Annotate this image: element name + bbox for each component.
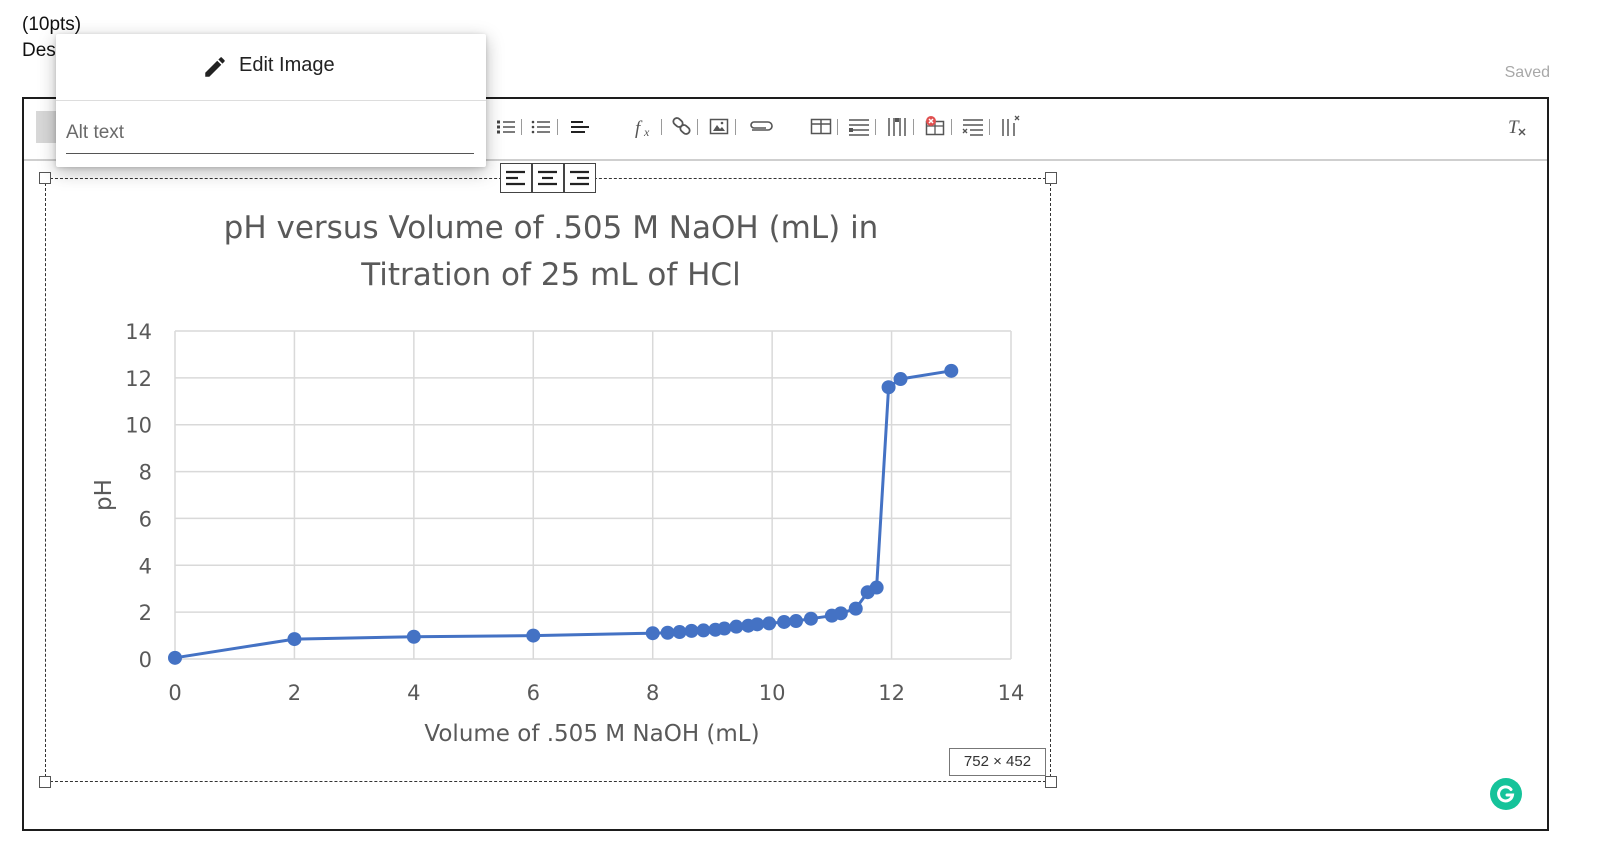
pencil-icon bbox=[205, 57, 225, 77]
attachment-icon[interactable] bbox=[747, 113, 775, 141]
y-tick-label: 14 bbox=[125, 320, 152, 344]
insert-image-icon[interactable] bbox=[709, 113, 729, 141]
alt-text-input[interactable] bbox=[66, 112, 474, 154]
x-tick-label: 14 bbox=[998, 681, 1025, 705]
resize-handle-top-right[interactable] bbox=[1045, 172, 1057, 184]
data-point bbox=[717, 621, 732, 636]
x-tick-label: 8 bbox=[646, 681, 659, 705]
resize-handle-bottom-left[interactable] bbox=[39, 776, 51, 788]
data-point bbox=[729, 619, 744, 634]
align-left-icon[interactable] bbox=[570, 113, 590, 141]
data-point bbox=[696, 623, 711, 638]
y-axis-label: pH bbox=[91, 479, 117, 511]
x-tick-label: 4 bbox=[407, 681, 420, 705]
x-tick-label: 6 bbox=[527, 681, 540, 705]
y-tick-label: 2 bbox=[139, 601, 152, 625]
bulleted-list-icon[interactable] bbox=[531, 113, 551, 141]
edit-image-button[interactable]: Edit Image bbox=[56, 34, 486, 101]
y-tick-label: 6 bbox=[139, 507, 152, 531]
y-tick-label: 12 bbox=[125, 367, 152, 391]
delete-table-icon[interactable] bbox=[924, 113, 946, 141]
saved-status: Saved bbox=[1504, 64, 1550, 81]
data-point bbox=[762, 616, 777, 631]
data-point bbox=[645, 626, 660, 641]
data-point bbox=[287, 632, 302, 647]
data-point bbox=[833, 606, 848, 621]
data-point bbox=[803, 611, 818, 626]
y-tick-labels: 0 2 4 6 8 10 12 14 bbox=[125, 320, 152, 672]
data-point bbox=[660, 625, 675, 640]
x-tick-label: 12 bbox=[878, 681, 905, 705]
image-context-popup: Edit Image bbox=[56, 34, 486, 167]
data-point bbox=[944, 363, 959, 378]
grammarly-icon[interactable] bbox=[1490, 778, 1522, 810]
resize-handle-top-left[interactable] bbox=[39, 172, 51, 184]
align-left-icon bbox=[506, 170, 525, 186]
titration-chart[interactable]: pH versus Volume of .505 M NaOH (mL) in … bbox=[70, 190, 1030, 760]
data-point bbox=[881, 380, 896, 395]
insert-table-icon[interactable] bbox=[810, 113, 832, 141]
data-point bbox=[869, 580, 884, 595]
resize-handle-bottom-right[interactable] bbox=[1045, 776, 1057, 788]
table-row-icon[interactable] bbox=[848, 113, 870, 141]
data-points bbox=[168, 363, 959, 665]
svg-text:T: T bbox=[1508, 117, 1520, 138]
formula-icon[interactable]: f x bbox=[634, 113, 658, 141]
data-point bbox=[526, 628, 541, 643]
svg-text:x: x bbox=[643, 125, 650, 139]
data-point bbox=[789, 614, 804, 629]
y-tick-label: 10 bbox=[125, 414, 152, 438]
delete-row-icon[interactable] bbox=[962, 113, 984, 141]
align-image-left-button[interactable] bbox=[500, 163, 532, 193]
data-point bbox=[893, 372, 908, 387]
data-point bbox=[406, 629, 421, 644]
x-tick-label: 2 bbox=[288, 681, 301, 705]
align-right-icon bbox=[570, 170, 589, 186]
chart-title-line2: Titration of 25 mL of HCl bbox=[360, 257, 740, 293]
data-point bbox=[848, 601, 863, 616]
data-point bbox=[684, 623, 699, 638]
table-column-icon[interactable] bbox=[886, 113, 908, 141]
x-tick-label: 10 bbox=[759, 681, 786, 705]
image-size-badge: 752 × 452 bbox=[949, 748, 1046, 776]
x-tick-labels: 0 2 4 6 8 10 12 14 bbox=[168, 681, 1024, 705]
data-point bbox=[672, 625, 687, 640]
align-center-icon bbox=[538, 170, 557, 186]
y-tick-label: 0 bbox=[139, 648, 152, 672]
x-tick-label: 0 bbox=[168, 681, 181, 705]
y-tick-label: 8 bbox=[139, 461, 152, 485]
x-axis-label: Volume of .505 M NaOH (mL) bbox=[424, 721, 759, 747]
chart-grid bbox=[174, 330, 1012, 660]
clear-formatting-icon[interactable]: T bbox=[1507, 113, 1529, 141]
image-align-toolbar bbox=[500, 163, 596, 193]
align-image-center-button[interactable] bbox=[532, 163, 564, 193]
data-point bbox=[168, 650, 182, 665]
align-image-right-button[interactable] bbox=[564, 163, 596, 193]
data-point bbox=[777, 614, 792, 629]
y-tick-label: 4 bbox=[139, 554, 152, 578]
data-point bbox=[750, 617, 765, 632]
svg-text:f: f bbox=[635, 118, 643, 139]
link-icon[interactable] bbox=[671, 113, 693, 141]
delete-column-icon[interactable] bbox=[1000, 113, 1022, 141]
chart-title-line1: pH versus Volume of .505 M NaOH (mL) in bbox=[224, 210, 879, 246]
numbered-list-icon[interactable] bbox=[496, 113, 516, 141]
edit-image-label: Edit Image bbox=[239, 54, 335, 76]
